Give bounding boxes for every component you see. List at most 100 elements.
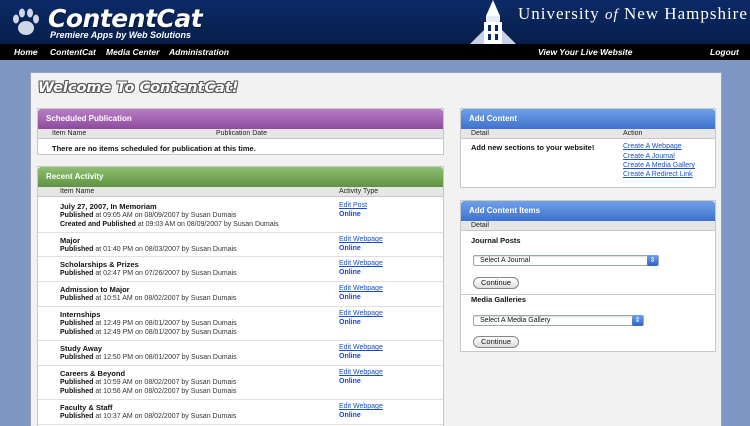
activity-detail-text: at 10:37 AM on 08/02/2007 by Susan Dumai… (93, 413, 237, 420)
nav-logout[interactable]: Logout (710, 47, 739, 57)
activity-row: Study Away Published at 12:50 PM on 08/0… (38, 341, 443, 366)
nav-media-center[interactable]: Media Center (106, 47, 159, 57)
status-online: Online (339, 353, 361, 360)
activity-detail-label: Published (60, 270, 94, 277)
add-items-header: Add Content Items (461, 201, 715, 221)
app-header: ContentCat Premiere Apps by Web Solution… (0, 0, 750, 44)
activity-detail-text: at 12:49 PM on 08/01/2007 by Susan Dumai… (93, 329, 237, 336)
col-publication-date: Publication Date (216, 130, 267, 137)
activity-detail: Published at 10:37 AM on 08/02/2007 by S… (60, 413, 236, 420)
activity-detail-text: at 10:56 AM on 08/02/2007 by Susan Dumai… (93, 388, 237, 395)
activity-detail-label: Published (60, 388, 94, 395)
main-nav: Home ContentCat Media Center Administrat… (0, 44, 750, 60)
edit-link[interactable]: Edit Webpage (339, 310, 383, 317)
activity-detail: Published at 12:50 PM on 08/01/2007 by S… (60, 354, 237, 361)
add-content-panel: Add Content Detail Action Add new sectio… (460, 108, 716, 188)
activity-detail-label: Published (60, 246, 94, 253)
status-online: Online (339, 211, 361, 218)
media-gallery-select[interactable]: Select A Media Gallery ⇕ (473, 315, 644, 326)
select-arrows-icon: ⇕ (632, 315, 643, 326)
university-wordmark: University of New Hampshire (518, 4, 748, 24)
continue-media-button[interactable]: Continue (473, 336, 520, 348)
edit-link[interactable]: Edit Webpage (339, 344, 383, 351)
create-journal-link[interactable]: Create A Journal (623, 153, 675, 160)
activity-detail-label: Published (60, 354, 94, 361)
activity-detail: Published at 01:40 PM on 08/03/2007 by S… (60, 246, 237, 253)
add-content-items-panel: Add Content Items Detail Journal Posts S… (460, 200, 716, 352)
thompson-hall-tower-icon (470, 0, 516, 44)
col-item-name: Item Name (52, 130, 87, 137)
add-content-detail: Add new sections to your website! (471, 143, 595, 152)
activity-detail-text: at 09:05 AM on 08/09/2007 by Susan Dumai… (93, 212, 237, 219)
wordmark-part: New Hampshire (623, 4, 748, 23)
journal-select-value: Select A Journal (480, 257, 531, 264)
status-online: Online (339, 294, 361, 301)
activity-row: Faculty & Staff Published at 10:37 AM on… (38, 400, 443, 425)
continue-journal-button[interactable]: Continue (473, 277, 520, 289)
create-redirect-link[interactable]: Create A Redirect Link (623, 171, 693, 178)
edit-link[interactable]: Edit Webpage (339, 285, 383, 292)
col-detail: Detail (471, 222, 489, 229)
edit-link[interactable]: Edit Webpage (339, 403, 383, 410)
nav-home[interactable]: Home (14, 47, 38, 57)
recent-activity-panel: Recent Activity Item Name Activity Type … (37, 166, 444, 426)
edit-link[interactable]: Edit Webpage (339, 260, 383, 267)
col-activity-type: Activity Type (339, 188, 379, 195)
activity-row: Major Published at 01:40 PM on 08/03/200… (38, 233, 443, 257)
brand-tagline: Premiere Apps by Web Solutions (50, 30, 192, 40)
edit-link[interactable]: Edit Webpage (339, 236, 383, 243)
add-content-header: Add Content (461, 109, 715, 129)
nav-administration[interactable]: Administration (169, 47, 229, 57)
activity-detail-label: Published (60, 320, 94, 327)
brand-title: ContentCat (48, 4, 203, 33)
add-content-column-headers: Detail Action (461, 129, 715, 139)
activity-detail-text: at 09:03 AM on 08/09/2007 by Susan Dumai… (135, 221, 279, 228)
wordmark-part: University (518, 4, 600, 23)
activity-detail-text: at 10:59 AM on 08/02/2007 by Susan Dumai… (93, 379, 237, 386)
edit-link[interactable]: Edit Webpage (339, 369, 383, 376)
activity-item-name: Admission to Major (60, 285, 130, 294)
status-online: Online (339, 245, 361, 252)
activity-detail: Published at 10:51 AM on 08/02/2007 by S… (60, 295, 236, 302)
activity-detail-text: at 12:50 PM on 08/01/2007 by Susan Dumai… (93, 354, 237, 361)
scheduled-column-headers: Item Name Publication Date (38, 129, 443, 139)
scheduled-publication-panel: Scheduled Publication Item Name Publicat… (37, 108, 444, 155)
status-online: Online (339, 378, 361, 385)
journal-posts-label: Journal Posts (471, 236, 521, 245)
activity-item-name: Faculty & Staff (60, 403, 113, 412)
create-media-gallery-link[interactable]: Create A Media Gallery (623, 162, 695, 169)
activity-detail: Published at 12:49 PM on 08/01/2007 by S… (60, 320, 237, 327)
activity-detail: Published at 10:59 AM on 08/02/2007 by S… (60, 379, 236, 386)
activity-detail-label: Created and Published (60, 221, 136, 228)
activity-item-name: July 27, 2007, In Memoriam (60, 202, 157, 211)
create-webpage-link[interactable]: Create A Webpage (623, 143, 682, 150)
status-online: Online (339, 269, 361, 276)
activity-detail: Published at 02:47 PM on 07/26/2007 by S… (60, 270, 237, 277)
select-arrows-icon: ⇕ (647, 255, 658, 266)
activity-row: Internships Published at 12:49 PM on 08/… (38, 307, 443, 341)
activity-row: Scholarships & Prizes Published at 02:47… (38, 257, 443, 282)
activity-item-name: Internships (60, 310, 101, 319)
activity-detail-text: at 12:49 PM on 08/01/2007 by Susan Dumai… (93, 320, 237, 327)
activity-detail-label: Published (60, 329, 94, 336)
activity-detail: Published at 10:56 AM on 08/02/2007 by S… (60, 388, 236, 395)
scheduled-panel-header: Scheduled Publication (38, 109, 443, 129)
paw-logo-icon (13, 8, 39, 35)
status-online: Online (339, 319, 361, 326)
nav-view-live-website[interactable]: View Your Live Website (538, 47, 632, 57)
activity-detail-label: Published (60, 413, 94, 420)
activity-row: Careers & Beyond Published at 10:59 AM o… (38, 366, 443, 400)
recent-column-headers: Item Name Activity Type (38, 187, 443, 197)
media-gallery-select-value: Select A Media Gallery (480, 317, 551, 324)
activity-detail: Published at 09:05 AM on 08/09/2007 by S… (60, 212, 236, 219)
activity-detail: Published at 12:49 PM on 08/01/2007 by S… (60, 329, 237, 336)
col-detail: Detail (471, 130, 489, 137)
activity-item-name: Scholarships & Prizes (60, 260, 139, 269)
scheduled-empty-message: There are no items scheduled for publica… (52, 144, 256, 153)
journal-select[interactable]: Select A Journal ⇕ (473, 255, 659, 266)
add-items-column-headers: Detail (461, 221, 715, 231)
nav-contentcat[interactable]: ContentCat (50, 47, 96, 57)
page-title: Welcome To ContentCat! (38, 80, 239, 96)
edit-link[interactable]: Edit Post (339, 202, 367, 209)
status-online: Online (339, 412, 361, 419)
